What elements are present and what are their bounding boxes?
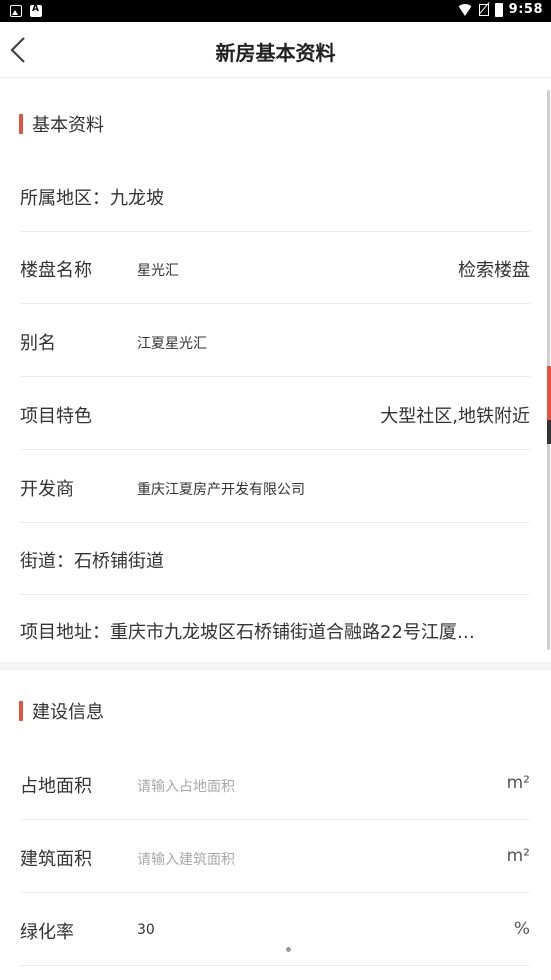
section-accent-bar <box>19 114 23 134</box>
section-title-basic: 基本资料 <box>32 115 104 136</box>
section-header-construction: 建设信息 <box>0 685 551 735</box>
features-label: 项目特色 <box>20 406 92 427</box>
section-accent-bar <box>19 701 23 721</box>
green-rate-unit: % <box>513 919 530 939</box>
developer-value[interactable]: 重庆江夏房产开发有限公司 <box>137 479 305 499</box>
building-area-label: 建筑面积 <box>20 849 92 870</box>
search-estate-button[interactable]: 检索楼盘 <box>458 256 530 282</box>
street-row[interactable]: 街道：石桥铺街道 <box>20 523 530 595</box>
battery-icon <box>494 2 503 17</box>
building-area-input[interactable]: 请输入建筑面积 <box>137 849 235 869</box>
land-area-input[interactable]: 请输入占地面积 <box>137 776 235 796</box>
street-text: 街道：石桥铺街道 <box>20 551 164 572</box>
section-header-basic: 基本资料 <box>0 98 551 148</box>
wifi-icon <box>456 3 473 16</box>
developer-row: 开发商 重庆江夏房产开发有限公司 <box>20 451 530 523</box>
features-value: 大型社区,地铁附近 <box>380 406 530 427</box>
page-title: 新房基本资料 <box>215 41 336 65</box>
navigation-bar: 新房基本资料 <box>0 22 551 78</box>
building-area-unit: m² <box>506 846 530 866</box>
green-rate-label: 绿化率 <box>20 922 74 943</box>
land-area-unit: m² <box>506 773 530 793</box>
alias-label: 别名 <box>20 333 56 354</box>
side-edge-handle[interactable] <box>547 420 551 444</box>
address-text: 项目地址：重庆市九龙坡区石桥铺街道合融路22号江厦… <box>20 622 475 643</box>
section-title-construction: 建设信息 <box>32 702 104 723</box>
address-row[interactable]: 项目地址：重庆市九龙坡区石桥铺街道合融路22号江厦… <box>20 594 530 666</box>
district-text: 所属地区：九龙坡 <box>20 188 164 209</box>
page-indicator-dot <box>286 947 291 952</box>
estate-name-row: 楼盘名称 星光汇 检索楼盘 <box>20 232 530 304</box>
estate-name-label: 楼盘名称 <box>20 260 92 281</box>
alias-value[interactable]: 江夏星光汇 <box>137 333 207 353</box>
image-notification-icon <box>10 5 22 17</box>
app-notification-icon: A <box>30 4 42 17</box>
status-time: 9:58 <box>508 2 543 17</box>
green-rate-input[interactable]: 30 <box>137 922 155 938</box>
green-rate-row: 绿化率 30 % <box>20 894 530 966</box>
estate-name-value: 星光汇 <box>137 263 179 279</box>
no-sim-icon <box>478 3 489 16</box>
building-area-row: 建筑面积 请输入建筑面积 m² <box>20 821 530 893</box>
district-row[interactable]: 所属地区：九龙坡 <box>20 160 530 232</box>
section-divider <box>0 662 551 670</box>
land-area-row: 占地面积 请输入占地面积 m² <box>20 748 530 820</box>
status-bar: A 9:58 <box>0 0 551 22</box>
land-area-label: 占地面积 <box>20 776 92 797</box>
developer-label: 开发商 <box>20 479 74 500</box>
alias-row: 别名 江夏星光汇 <box>20 305 530 377</box>
features-row[interactable]: 项目特色 大型社区,地铁附近 <box>20 378 530 450</box>
